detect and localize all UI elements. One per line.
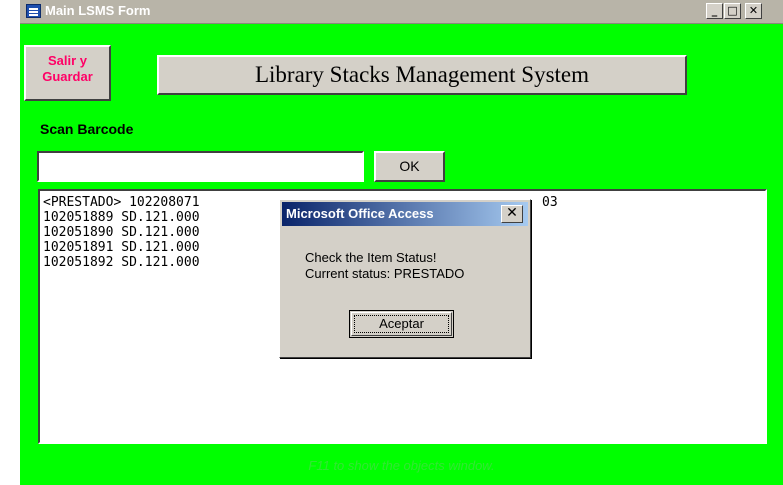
dialog-message-line-1: Check the Item Status! xyxy=(305,250,437,265)
exit-save-label: Salir y Guardar xyxy=(42,53,93,84)
form-icon xyxy=(26,4,41,18)
maximize-button[interactable]: □ xyxy=(724,3,741,19)
dialog-titlebar[interactable]: Microsoft Office Access ✕ xyxy=(282,202,528,226)
barcode-input[interactable] xyxy=(37,151,364,182)
dialog-title: Microsoft Office Access xyxy=(286,206,434,221)
exit-save-button[interactable]: Salir y Guardar xyxy=(24,45,111,101)
system-title: Library Stacks Management System xyxy=(157,55,687,95)
aceptar-button-label: Aceptar xyxy=(354,315,449,333)
list-item-tail: 03 xyxy=(542,195,558,210)
scan-barcode-label: Scan Barcode xyxy=(40,121,134,137)
window-titlebar[interactable]: Main LSMS Form _ □ ✕ xyxy=(20,0,783,24)
close-button[interactable]: ✕ xyxy=(745,3,762,19)
window-title: Main LSMS Form xyxy=(45,3,151,18)
status-alert-dialog: Microsoft Office Access ✕ Check the Item… xyxy=(279,199,531,358)
list-item[interactable]: <PRESTADO> 102208071 xyxy=(43,195,200,210)
minimize-button[interactable]: _ xyxy=(706,3,723,19)
aceptar-button[interactable]: Aceptar xyxy=(349,310,454,338)
dialog-close-button[interactable]: ✕ xyxy=(501,205,523,223)
list-item[interactable]: 102051892 SD.121.000 xyxy=(43,255,200,270)
list-item[interactable]: 102051890 SD.121.000 xyxy=(43,225,200,240)
objects-window-hint: F11 to show the objects window. xyxy=(308,458,495,473)
list-item[interactable]: 102051889 SD.121.000 xyxy=(43,210,200,225)
list-item[interactable]: 102051891 SD.121.000 xyxy=(43,240,200,255)
ok-button[interactable]: OK xyxy=(374,151,445,182)
dialog-message-line-2: Current status: PRESTADO xyxy=(305,266,465,281)
